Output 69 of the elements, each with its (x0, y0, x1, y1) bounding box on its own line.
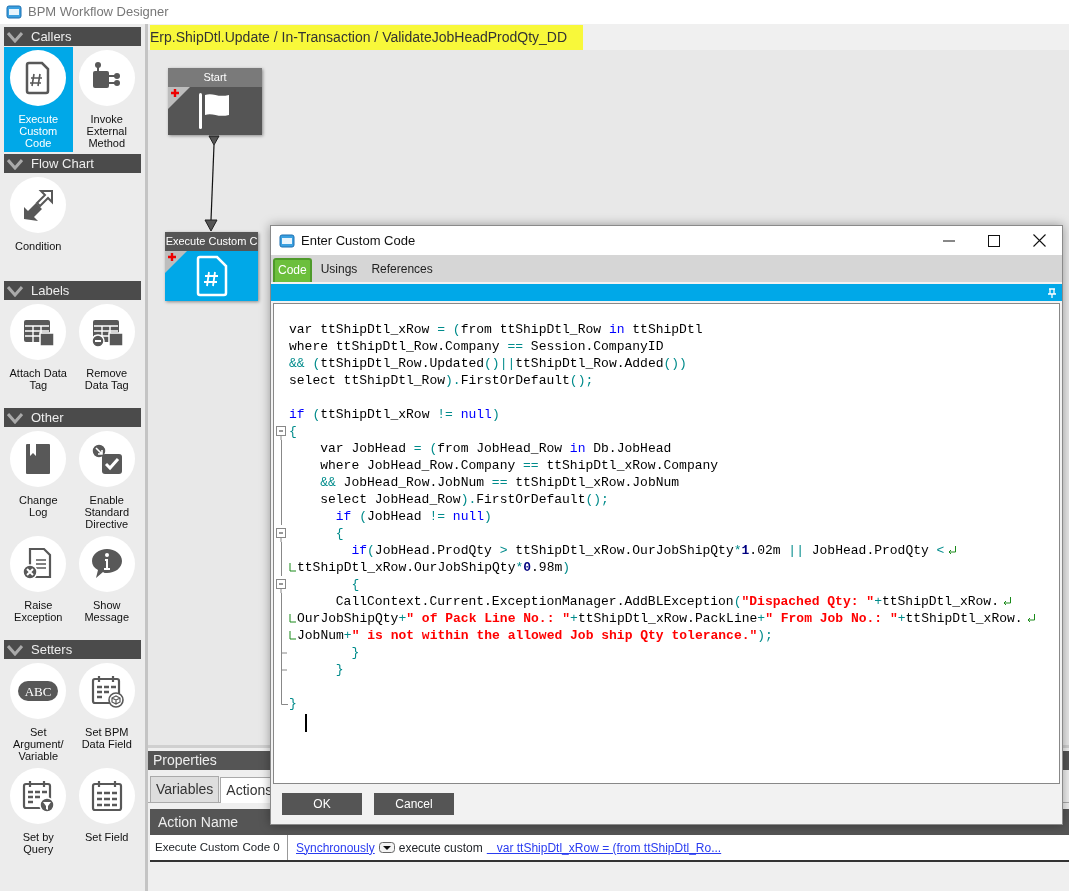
code-line: CallContext.Current.ExceptionManager.AddBLException("Dispached Qty: "+ttShipDtl_xRow. (334, 593, 999, 610)
group-header[interactable]: Flow Chart (4, 154, 141, 173)
text-cursor (305, 714, 307, 732)
minimize-icon[interactable] (943, 239, 955, 242)
code-line: var JobHead = (from JobHead_Row in Db.JobHead (319, 440, 672, 457)
toolbox-item[interactable]: Show Message (72, 533, 141, 638)
close-icon[interactable] (1032, 234, 1046, 247)
code-line: { (289, 423, 297, 440)
code-line: var ttShipDtl_xRow = (from ttShipDtl_Row in ttShipDtl (289, 321, 703, 338)
toolbox-item[interactable]: ABC Set Argument/ Variable (4, 660, 73, 765)
code-line: if(JobHead.ProdQty > ttShipDtl_xRow.OurJobShipQty*1.02m || JobHead.ProdQty < (350, 542, 945, 559)
add-icon[interactable] (168, 87, 190, 109)
action-text: execute custom (398, 839, 483, 857)
mode-link[interactable]: Synchronously (296, 838, 375, 857)
code-line: where ttShipDtl_Row.Company == Session.CompanyID (289, 338, 664, 355)
dropdown-button[interactable] (378, 842, 395, 853)
toolbox-item[interactable]: Raise Exception (4, 533, 73, 638)
collapse-icon[interactable] (276, 576, 287, 593)
code-line: { (334, 525, 344, 542)
toolbox-item[interactable]: Change Log (4, 428, 73, 533)
code-line: if (JobHead != null) (334, 508, 492, 525)
code-line: OurJobShipQty+" of Pack Line No.: "+ttShipDtl_xRow.PackLine+" From Job No.: "+ttShipDtl_xRow. (297, 610, 1023, 627)
node-title: Start (168, 68, 262, 87)
dialog-button[interactable]: Cancel (374, 793, 454, 815)
document-hash-icon (194, 255, 229, 297)
toolbox-item[interactable]: Enable Standard Directive (72, 428, 141, 533)
group-header[interactable]: Other (4, 408, 141, 427)
breadcrumb-path: Erp.ShipDtl.Update / In-Transaction / ValidateJobHeadProdQty_DD (150, 24, 584, 50)
toolbox-item[interactable]: Set BPM Data Field (72, 660, 141, 765)
table-cell: Execute Custom Code 0 (150, 835, 288, 860)
maximize-icon[interactable] (988, 234, 1000, 247)
code-line: && (ttShipDtl_Row.Updated()||ttShipDtl_Row.Added()) (289, 355, 687, 372)
dialog-title: Enter Custom Code (301, 231, 416, 250)
toolbox-item[interactable]: Invoke External Method (72, 47, 141, 152)
code-line: ttShipDtl_xRow.OurJobShipQty*0.98m) (297, 559, 571, 576)
add-icon[interactable] (165, 251, 187, 273)
code-line: } (289, 695, 297, 712)
window-icon (6, 5, 22, 19)
toolbox-item[interactable]: Condition (4, 174, 73, 279)
window-icon (279, 233, 295, 248)
code-link[interactable]: var ttShipDtl_xRow = (from ttShipDtl_Ro... (486, 838, 722, 857)
toolbox-item[interactable]: Remove Data Tag (72, 301, 141, 406)
collapse-icon[interactable] (276, 423, 287, 440)
pin-icon[interactable] (1048, 287, 1056, 298)
code-line: JobNum+" is not within the allowed Job ship Qty tolerance."); (297, 627, 773, 644)
column-header: Action Name (158, 812, 239, 832)
label-pill-icon: ABC (17, 680, 60, 702)
code-line: } (350, 644, 360, 661)
code-line: && JobHead_Row.JobNum == ttShipDtl_xRow.JobNum (319, 474, 680, 491)
group-header[interactable]: Labels (4, 281, 141, 300)
collapse-icon[interactable] (276, 525, 287, 542)
code-line: { (350, 576, 360, 593)
code-line: select JobHead_Row).FirstOrDefault(); (319, 491, 609, 508)
window-title: BPM Workflow Designer (28, 3, 169, 22)
code-line: } (334, 661, 344, 678)
dialog-button[interactable]: OK (282, 793, 362, 815)
code-line: if (ttShipDtl_xRow != null) (289, 406, 500, 423)
group-header[interactable]: Callers (4, 27, 141, 46)
group-header[interactable]: Setters (4, 640, 141, 659)
code-editor[interactable] (273, 303, 1060, 784)
code-line: select ttShipDtl_Row).FirstOrDefault(); (289, 372, 594, 389)
tab[interactable]: Variables (150, 776, 220, 802)
tab[interactable]: Usings (315, 257, 363, 282)
toolbox-item[interactable]: Attach Data Tag (4, 301, 73, 406)
code-line: where JobHead_Row.Company == ttShipDtl_xRow.Company (319, 457, 719, 474)
toolbox-item[interactable]: Set Field (72, 765, 141, 870)
tab[interactable]: References (366, 257, 438, 282)
calendar-filter-icon (20, 778, 57, 814)
toolbox-item[interactable]: Set by Query (4, 765, 73, 870)
